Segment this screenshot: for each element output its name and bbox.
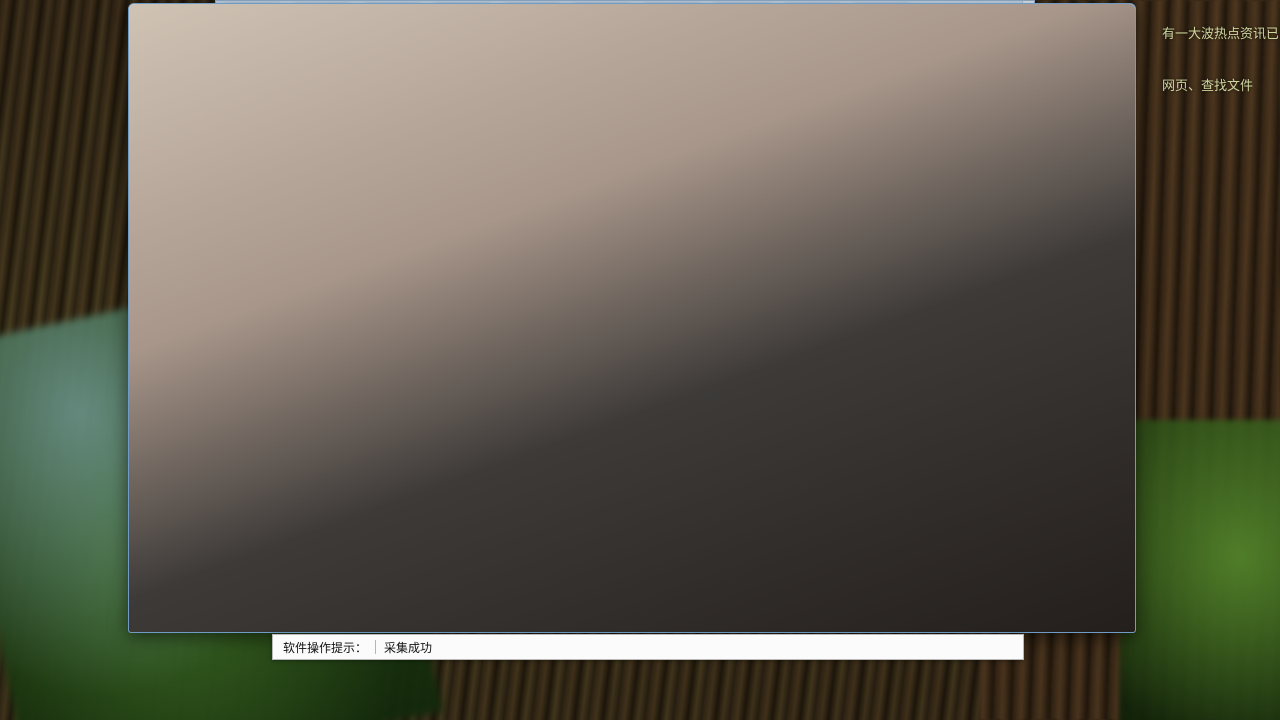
toast-separator — [375, 640, 377, 654]
explorer-window: ✕ ‹ › ▾ 演示教程 ▸ 快手 ▸ 137345219 ▾ ↻ ⚲ 文件(F… — [128, 3, 1136, 633]
desktop-overlay-line-2: 网页、查找文件 — [1162, 78, 1254, 93]
status-toast: 软件操作提示： 采集成功 — [272, 634, 1024, 660]
toast-label: 软件操作提示： — [283, 640, 368, 655]
details-thumbnail — [129, 4, 1135, 632]
desktop-overlay-line-1: 有一大波热点资讯已 — [1162, 26, 1278, 41]
desktop-overlay-text: 有一大波热点资讯已 网页、查找文件 — [1162, 8, 1278, 112]
wallpaper-foliage-right — [1120, 420, 1280, 720]
details-pane: 答应我一定要善待自己，女人就应该像花... MP4 - MPEG-4 电影文件 … — [129, 4, 1135, 632]
toast-message: 采集成功 — [384, 640, 433, 655]
